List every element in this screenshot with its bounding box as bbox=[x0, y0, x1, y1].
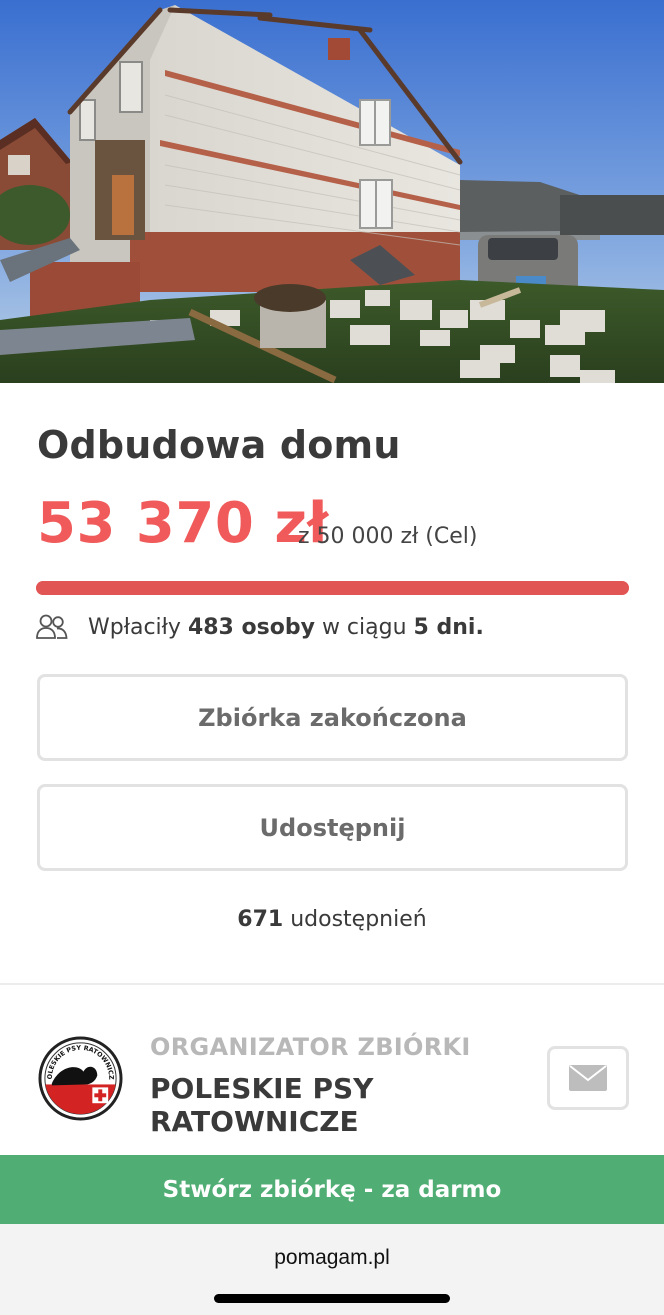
shares-number: 671 bbox=[237, 907, 284, 932]
organizer-logo[interactable]: POLESKIE PSY RATOWNICZE bbox=[38, 1036, 123, 1121]
raised-amount: 53 370 zł bbox=[37, 491, 329, 556]
contact-organizer-button[interactable] bbox=[547, 1046, 629, 1110]
create-fundraiser-button[interactable]: Stwórz zbiórkę - za darmo bbox=[0, 1155, 664, 1224]
envelope-icon bbox=[569, 1065, 607, 1091]
donors-count: 483 osoby bbox=[187, 614, 315, 640]
donors-summary: Wpłaciły 483 osoby w ciągu 5 dni. bbox=[36, 613, 484, 641]
donation-days: 5 dni. bbox=[413, 614, 484, 640]
campaign-closed-button[interactable]: Zbiórka zakończona bbox=[37, 674, 628, 761]
share-button[interactable]: Udostępnij bbox=[37, 784, 628, 871]
progress-bar bbox=[36, 581, 629, 595]
progress-bar-fill bbox=[36, 581, 629, 595]
browser-address-bar[interactable]: pomagam.pl bbox=[0, 1224, 664, 1315]
home-indicator[interactable] bbox=[214, 1294, 450, 1303]
section-divider bbox=[0, 983, 664, 985]
shares-label: udostępnień bbox=[290, 907, 427, 932]
campaign-photo bbox=[0, 0, 664, 383]
donors-middle: w ciągu bbox=[321, 614, 407, 640]
shares-count: 671 udostępnień bbox=[0, 907, 664, 932]
organizer-name[interactable]: POLESKIE PSY RATOWNICZE bbox=[150, 1072, 480, 1138]
campaign-title: Odbudowa domu bbox=[37, 423, 401, 467]
donors-prefix: Wpłaciły bbox=[88, 614, 181, 640]
people-icon bbox=[36, 614, 68, 639]
goal-amount: z 50 000 zł (Cel) bbox=[298, 524, 478, 549]
organizer-label: ORGANIZATOR ZBIÓRKI bbox=[150, 1033, 471, 1061]
browser-url[interactable]: pomagam.pl bbox=[0, 1246, 664, 1270]
